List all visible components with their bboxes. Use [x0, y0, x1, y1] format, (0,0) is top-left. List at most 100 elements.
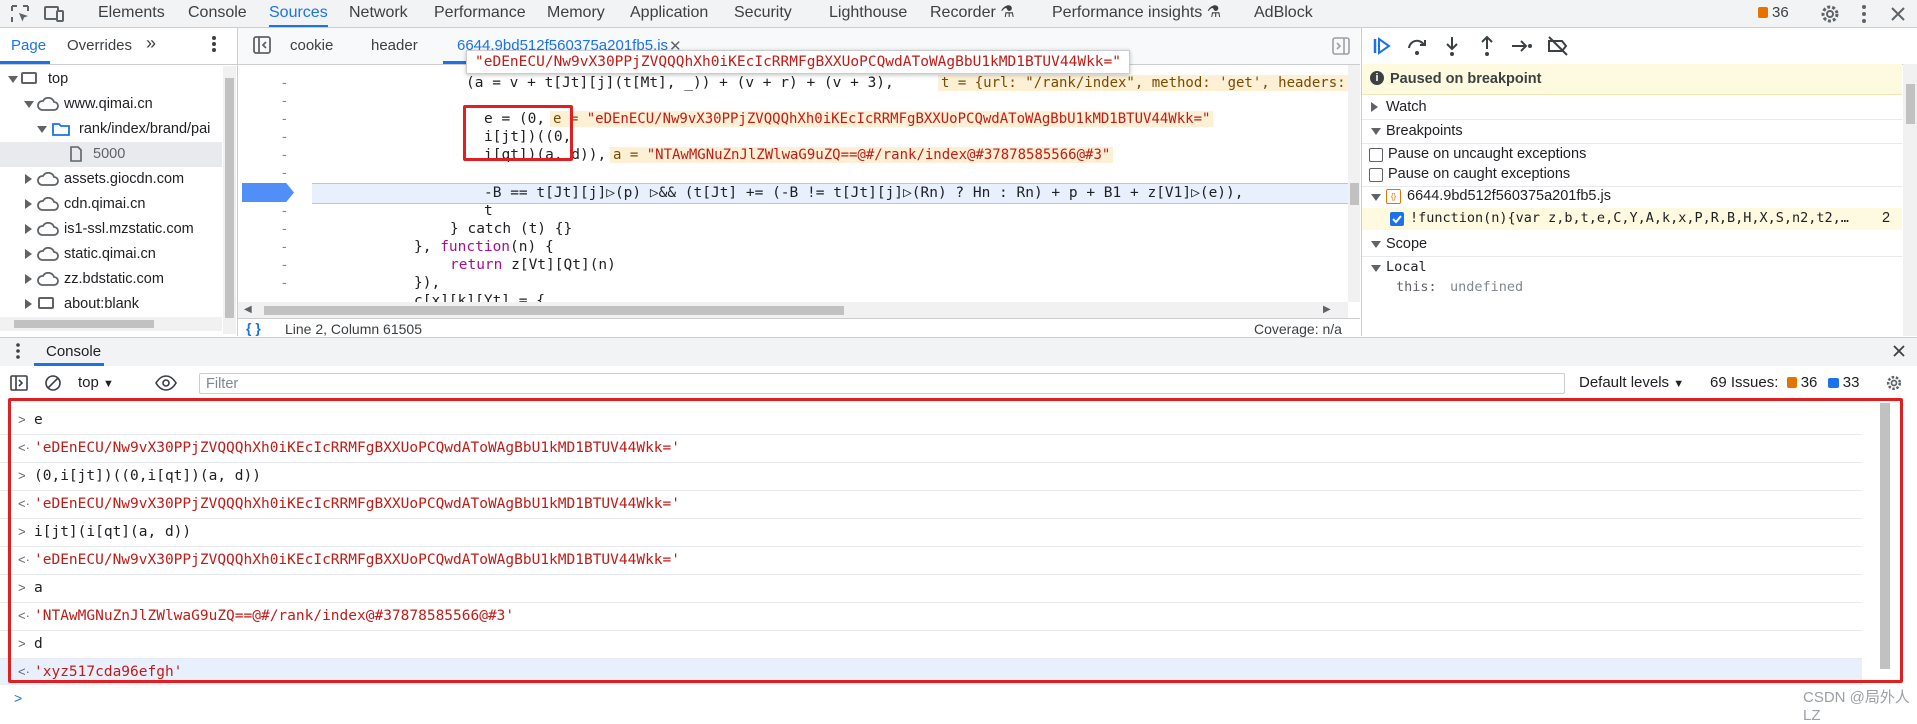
gutter-row[interactable]: -: [238, 110, 308, 128]
gutter-row[interactable]: -: [238, 274, 308, 292]
toggle-debugger-icon[interactable]: [1332, 37, 1350, 55]
scroll-left-icon[interactable]: ◀: [244, 304, 252, 315]
drawer-menu-icon[interactable]: [13, 341, 23, 361]
scrollbar-thumb[interactable]: [264, 306, 844, 315]
step-into-icon[interactable]: [1440, 34, 1464, 58]
pause-caught-option[interactable]: Pause on caught exceptions: [1362, 164, 1902, 187]
console-prompt[interactable]: >: [0, 685, 1917, 714]
tab-elements[interactable]: Elements: [98, 0, 165, 27]
step-out-icon[interactable]: [1475, 34, 1499, 58]
issues-counter[interactable]: 69 Issues: 36 33: [1710, 374, 1859, 391]
gutter-row[interactable]: -: [238, 146, 308, 164]
pause-caught-checkbox[interactable]: [1369, 168, 1383, 182]
step-icon[interactable]: [1510, 34, 1534, 58]
eye-icon[interactable]: [155, 375, 177, 391]
step-over-icon[interactable]: [1405, 34, 1429, 58]
drawer-tab-console[interactable]: Console: [46, 343, 101, 360]
deactivate-breakpoints-icon[interactable]: [1546, 34, 1570, 58]
filter-input[interactable]: Filter: [199, 373, 1565, 394]
file-navigator: Page Overrides » top www.qimai.cn rank/i…: [0, 28, 238, 336]
tab-adblock[interactable]: AdBlock: [1254, 0, 1313, 27]
gutter-row[interactable]: -: [238, 256, 308, 274]
pause-uncaught-option[interactable]: Pause on uncaught exceptions: [1362, 144, 1902, 166]
breakpoint-marker[interactable]: [242, 183, 294, 202]
navigator-tabs: Page Overrides »: [0, 28, 237, 65]
cloud-icon: [37, 97, 59, 111]
editor-horizontal-scrollbar[interactable]: ◀ ▶: [238, 302, 1348, 318]
context-selector[interactable]: top ▼: [78, 374, 114, 391]
debugger-vertical-scrollbar[interactable]: [1903, 64, 1917, 336]
scrollbar-thumb[interactable]: [1906, 84, 1915, 124]
editor-tab-header[interactable]: header: [371, 37, 418, 54]
more-options-icon[interactable]: [1852, 2, 1876, 26]
tree-item-domain[interactable]: www.qimai.cn: [0, 92, 222, 117]
scroll-right-icon[interactable]: ▶: [1323, 304, 1331, 315]
device-toolbar-icon[interactable]: [42, 2, 66, 26]
gutter-row[interactable]: -: [238, 238, 308, 256]
tab-overrides[interactable]: Overrides: [67, 37, 132, 54]
section-breakpoints[interactable]: Breakpoints: [1362, 119, 1902, 144]
code-area[interactable]: - - - - - - - - - - - (a = v + t[Jt][j](…: [238, 65, 1348, 302]
editor-vertical-scrollbar[interactable]: [1348, 65, 1360, 302]
tree-item-domain[interactable]: static.qimai.cn: [0, 242, 222, 267]
console-sidebar-icon[interactable]: [10, 374, 28, 392]
tab-performance-insights[interactable]: Performance insights ⚗: [1052, 0, 1221, 27]
tree-item-domain[interactable]: cdn.qimai.cn: [0, 192, 222, 217]
tab-recorder[interactable]: Recorder ⚗: [930, 0, 1015, 27]
close-drawer-icon[interactable]: [1890, 342, 1908, 360]
gear-icon[interactable]: [1818, 2, 1842, 26]
tab-security[interactable]: Security: [734, 0, 792, 27]
inspect-element-icon[interactable]: [8, 2, 32, 26]
section-watch[interactable]: Watch: [1362, 95, 1902, 120]
tree-item-domain[interactable]: is1-ssl.mzstatic.com: [0, 217, 222, 242]
inline-val: "NTAwMGNuZnJlZWlwaG9uZQ==@#/rank/index@#…: [646, 147, 1111, 163]
log-levels-dropdown[interactable]: Default levels ▼: [1579, 374, 1684, 391]
editor-tab-cookie[interactable]: cookie: [290, 37, 333, 54]
scope-local[interactable]: Local: [1362, 257, 1902, 279]
breakpoint-enabled-checkbox[interactable]: [1390, 212, 1404, 226]
tree-item-file[interactable]: 5000: [0, 142, 222, 167]
gutter-row[interactable]: -: [238, 128, 308, 146]
tab-application[interactable]: Application: [630, 0, 708, 27]
coverage-status[interactable]: Coverage: n/a: [1254, 321, 1342, 337]
cloud-icon: [37, 197, 59, 211]
tree-item-frame[interactable]: about:blank: [0, 292, 222, 317]
tree-item-folder[interactable]: rank/index/brand/pai: [0, 117, 222, 142]
clear-console-icon[interactable]: [44, 374, 62, 392]
gutter-row[interactable]: -: [238, 74, 308, 92]
tab-sources[interactable]: Sources: [269, 0, 328, 27]
tab-console[interactable]: Console: [188, 0, 247, 27]
breakpoint-entry[interactable]: !function(n){var z,b,t,e,C,Y,A,k,x,P,R,B…: [1362, 208, 1902, 230]
toggle-navigator-icon[interactable]: [253, 36, 271, 54]
more-tabs-chevron-icon[interactable]: »: [146, 33, 156, 54]
tab-page[interactable]: Page: [11, 37, 46, 54]
console-settings-gear-icon[interactable]: [1884, 373, 1904, 393]
scrollbar-thumb[interactable]: [14, 320, 154, 328]
gutter-row[interactable]: -: [238, 164, 308, 182]
navigator-menu-icon[interactable]: [208, 33, 220, 55]
scrollbar-thumb[interactable]: [225, 78, 234, 318]
pause-uncaught-checkbox[interactable]: [1369, 148, 1383, 162]
gutter-row[interactable]: -: [238, 202, 308, 220]
pretty-print-icon[interactable]: { }: [246, 320, 261, 336]
tree-item-top[interactable]: top: [0, 67, 222, 92]
tab-lighthouse[interactable]: Lighthouse: [829, 0, 907, 27]
tab-memory[interactable]: Memory: [547, 0, 605, 27]
breakpoint-file-row[interactable]: {} 6644.9bd512f560375a201fb5.js: [1362, 186, 1902, 208]
tree-item-domain[interactable]: assets.giocdn.com: [0, 167, 222, 192]
collapse-triangle-icon: [1371, 102, 1378, 112]
tab-performance[interactable]: Performance: [434, 0, 526, 27]
tree-item-domain[interactable]: zz.bdstatic.com: [0, 267, 222, 292]
tab-network[interactable]: Network: [349, 0, 408, 27]
issues-badge[interactable]: 36: [1758, 4, 1789, 21]
navigator-horizontal-scrollbar[interactable]: [0, 317, 222, 331]
code-line: }, function(n) {: [414, 238, 554, 256]
gutter-row[interactable]: -: [238, 92, 308, 110]
scope-this[interactable]: this: undefined: [1362, 277, 1902, 299]
scrollbar-thumb[interactable]: [1350, 183, 1359, 205]
resume-icon[interactable]: [1370, 34, 1394, 58]
close-icon[interactable]: [1886, 2, 1910, 26]
section-scope[interactable]: Scope: [1362, 232, 1902, 257]
navigator-vertical-scrollbar[interactable]: [223, 66, 236, 334]
gutter-row[interactable]: -: [238, 220, 308, 238]
